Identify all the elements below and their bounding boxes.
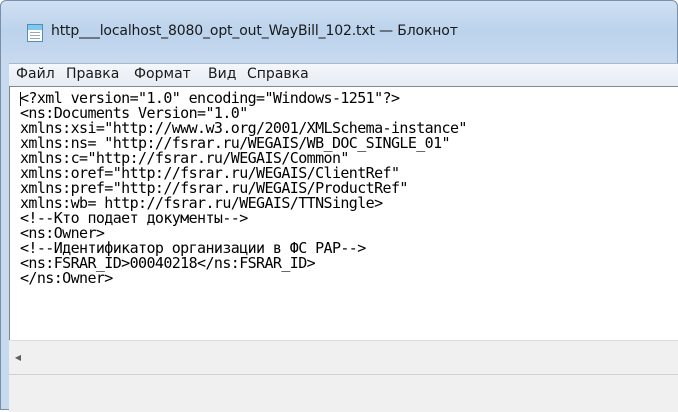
menu-help[interactable]: Справка — [247, 66, 309, 82]
menu-file[interactable]: Файл — [16, 66, 55, 82]
notepad-icon — [27, 24, 43, 42]
text-editor[interactable]: <?xml version="1.0" encoding="Windows-12… — [9, 86, 678, 340]
horizontal-scrollbar[interactable]: ◀ — [9, 340, 678, 375]
status-bar — [9, 374, 678, 412]
menu-edit[interactable]: Правка — [66, 66, 119, 82]
menu-format[interactable]: Формат — [134, 66, 191, 82]
editor-line: </ns:Owner> — [20, 269, 113, 287]
title-bar[interactable]: http___localhost_8080_opt_out_WayBill_10… — [1, 1, 678, 63]
notepad-window: http___localhost_8080_opt_out_WayBill_10… — [0, 0, 678, 412]
scroll-left-arrow-icon[interactable]: ◀ — [9, 341, 27, 375]
editor-content[interactable]: <?xml version="1.0" encoding="Windows-12… — [20, 91, 467, 286]
window-title: http___localhost_8080_opt_out_WayBill_10… — [51, 23, 458, 39]
menu-bar: Файл Правка Формат Вид Справка — [9, 63, 678, 86]
menu-view[interactable]: Вид — [208, 66, 236, 82]
